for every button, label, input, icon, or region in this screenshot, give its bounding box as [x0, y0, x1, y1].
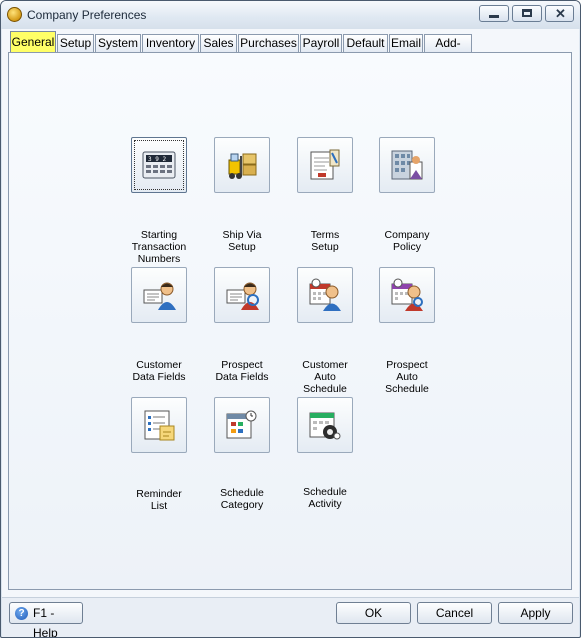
dialog-button-bar: ? F1 - Help OK Cancel Apply [2, 597, 579, 637]
item-label: Reminder List [136, 488, 182, 512]
item-label: Schedule Category [220, 487, 264, 511]
item-label: Company Policy [384, 229, 430, 253]
item-label: Customer Auto Schedule [302, 359, 348, 395]
ok-button[interactable]: OK [336, 602, 411, 624]
transaction-numbers-icon: 3 9 2 [142, 151, 176, 179]
minimize-icon [489, 15, 499, 18]
starting-transaction-numbers-button[interactable]: 3 9 2 [131, 137, 187, 193]
apply-button[interactable]: Apply [498, 602, 573, 624]
item-label: Starting Transaction Numbers [131, 229, 187, 265]
maximize-button[interactable] [512, 5, 542, 22]
tab-inventory[interactable]: Inventory [142, 34, 199, 52]
app-icon [7, 7, 22, 22]
window-title: Company Preferences [27, 8, 147, 22]
prospect-schedule-icon [391, 278, 423, 311]
customer-data-icon [143, 282, 176, 310]
schedule-category-button[interactable] [214, 397, 270, 453]
prospect-data-icon [226, 282, 259, 310]
tab-sales[interactable]: Sales [200, 34, 237, 52]
maximize-icon [522, 9, 532, 17]
customer-schedule-icon [309, 278, 341, 311]
tab-general[interactable]: General [10, 31, 56, 53]
title-bar[interactable]: Company Preferences ✕ [1, 1, 580, 29]
item-label: Prospect Data Fields [215, 359, 269, 383]
general-tab-panel: 3 9 2 Starting Transaction Numbers Ship … [8, 52, 572, 590]
dialog-body: General Setup System Inventory Sales Pur… [2, 29, 579, 597]
item-label: Terms Setup [310, 229, 340, 253]
cancel-button[interactable]: Cancel [417, 602, 492, 624]
company-policy-button[interactable] [379, 137, 435, 193]
item-label: Schedule Activity [303, 486, 347, 510]
terms-document-icon [310, 149, 340, 180]
tab-add-ons[interactable]: Add-Ons [424, 34, 472, 67]
tab-payroll[interactable]: Payroll [300, 34, 342, 52]
reminder-list-icon [144, 410, 175, 441]
customer-auto-schedule-button[interactable] [297, 267, 353, 323]
company-building-icon [391, 150, 423, 180]
tab-system[interactable]: System [95, 34, 141, 52]
item-label: Customer Data Fields [132, 359, 186, 383]
minimize-button[interactable] [479, 5, 509, 22]
ship-via-setup-button[interactable] [214, 137, 270, 193]
company-preferences-window: Company Preferences ✕ General Setup Syst… [0, 0, 581, 638]
prospect-data-fields-button[interactable] [214, 267, 270, 323]
schedule-category-icon [226, 410, 257, 439]
item-label: Prospect Auto Schedule [385, 359, 429, 395]
tab-email[interactable]: Email [389, 34, 423, 52]
close-button[interactable]: ✕ [545, 5, 574, 22]
close-icon: ✕ [555, 6, 566, 21]
help-icon: ? [15, 607, 28, 620]
reminder-list-button[interactable] [131, 397, 187, 453]
forklift-icon [228, 153, 257, 179]
svg-text:3 9 2: 3 9 2 [148, 156, 166, 163]
prospect-auto-schedule-button[interactable] [379, 267, 435, 323]
help-button[interactable]: ? F1 - Help [9, 602, 83, 637]
tab-setup[interactable]: Setup [57, 34, 94, 52]
customer-data-fields-button[interactable] [131, 267, 187, 323]
tab-default[interactable]: Default [343, 34, 388, 52]
schedule-activity-icon [309, 412, 341, 440]
terms-setup-button[interactable] [297, 137, 353, 193]
item-label: Ship Via Setup [222, 229, 262, 253]
help-label: F1 - Help [33, 606, 58, 638]
schedule-activity-button[interactable] [297, 397, 353, 453]
tab-purchases[interactable]: Purchases [238, 34, 299, 52]
